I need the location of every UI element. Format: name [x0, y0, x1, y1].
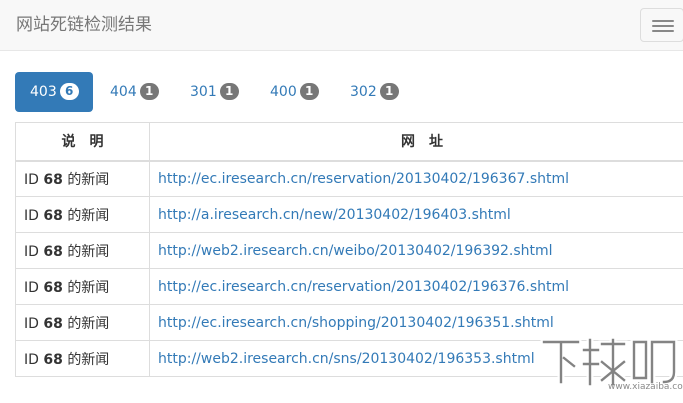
dead-link-url[interactable]: http://ec.iresearch.cn/reservation/20130… [158, 279, 569, 295]
row-description: ID 68 的新闻 [15, 196, 150, 233]
id-prefix: ID [24, 207, 39, 224]
hamburger-menu-icon [652, 30, 674, 32]
tab-label: 400 [270, 84, 297, 100]
table-row: ID 68 的新闻 http://web2.iresearch.cn/weibo… [15, 232, 683, 269]
id-value: 68 [43, 315, 63, 332]
row-description: ID 68 的新闻 [15, 304, 150, 341]
table-row: ID 68 的新闻 http://a.iresearch.cn/new/2013… [15, 196, 683, 233]
count-badge: 1 [299, 82, 319, 100]
row-description: ID 68 的新闻 [15, 232, 150, 269]
hamburger-menu-icon [652, 25, 674, 27]
count-badge: 1 [379, 82, 399, 100]
row-url-cell: http://ec.iresearch.cn/reservation/20130… [149, 268, 683, 305]
id-prefix: ID [24, 243, 39, 260]
tab-label: 301 [190, 84, 217, 100]
id-prefix: ID [24, 315, 39, 332]
row-url-cell: http://web2.iresearch.cn/weibo/20130402/… [149, 232, 683, 269]
watermark-logo: www.xiazaiba.com [538, 332, 683, 394]
navbar: 网站死链检测结果 [0, 0, 683, 51]
watermark-site: www.xiazaiba.com [608, 382, 683, 392]
count-badge: 1 [219, 82, 239, 100]
tab-label: 404 [110, 84, 137, 100]
id-prefix: ID [24, 279, 39, 296]
id-value: 68 [43, 171, 63, 188]
id-value: 68 [43, 279, 63, 296]
tab-400[interactable]: 400 1 [255, 72, 333, 112]
id-prefix: ID [24, 171, 39, 188]
desc-suffix: 的新闻 [67, 279, 110, 296]
row-url-cell: http://a.iresearch.cn/new/20130402/19640… [149, 196, 683, 233]
row-description: ID 68 的新闻 [15, 160, 150, 197]
desc-suffix: 的新闻 [67, 315, 110, 332]
row-description: ID 68 的新闻 [15, 268, 150, 305]
column-header-url: 网 址 [149, 122, 683, 162]
desc-suffix: 的新闻 [67, 171, 110, 188]
row-url-cell: http://ec.iresearch.cn/reservation/20130… [149, 160, 683, 197]
tab-label: 302 [350, 84, 377, 100]
tab-404[interactable]: 404 1 [95, 72, 173, 112]
id-value: 68 [43, 243, 63, 260]
dead-link-url[interactable]: http://ec.iresearch.cn/reservation/20130… [158, 171, 569, 187]
tab-label: 403 [30, 84, 57, 100]
table-header-row: 说 明 网 址 [15, 122, 683, 162]
tab-301[interactable]: 301 1 [175, 72, 253, 112]
id-value: 68 [43, 207, 63, 224]
dead-link-url[interactable]: http://a.iresearch.cn/new/20130402/19640… [158, 207, 511, 223]
desc-suffix: 的新闻 [67, 207, 110, 224]
dead-link-url[interactable]: http://web2.iresearch.cn/sns/20130402/19… [158, 351, 535, 367]
desc-suffix: 的新闻 [67, 243, 110, 260]
row-description: ID 68 的新闻 [15, 340, 150, 377]
table-row: ID 68 的新闻 http://ec.iresearch.cn/reserva… [15, 160, 683, 197]
hamburger-menu-button[interactable] [640, 8, 683, 42]
dead-link-url[interactable]: http://ec.iresearch.cn/shopping/20130402… [158, 315, 554, 331]
table-row: ID 68 的新闻 http://ec.iresearch.cn/reserva… [15, 268, 683, 305]
count-badge: 1 [139, 82, 159, 100]
id-value: 68 [43, 351, 63, 368]
page-title[interactable]: 网站死链检测结果 [16, 14, 152, 36]
tab-403[interactable]: 403 6 [15, 72, 93, 112]
id-prefix: ID [24, 351, 39, 368]
tab-302[interactable]: 302 1 [335, 72, 413, 112]
desc-suffix: 的新闻 [67, 351, 110, 368]
column-header-description: 说 明 [15, 122, 150, 162]
hamburger-menu-icon [652, 20, 674, 22]
count-badge: 6 [59, 82, 79, 100]
dead-link-url[interactable]: http://web2.iresearch.cn/weibo/20130402/… [158, 243, 553, 259]
